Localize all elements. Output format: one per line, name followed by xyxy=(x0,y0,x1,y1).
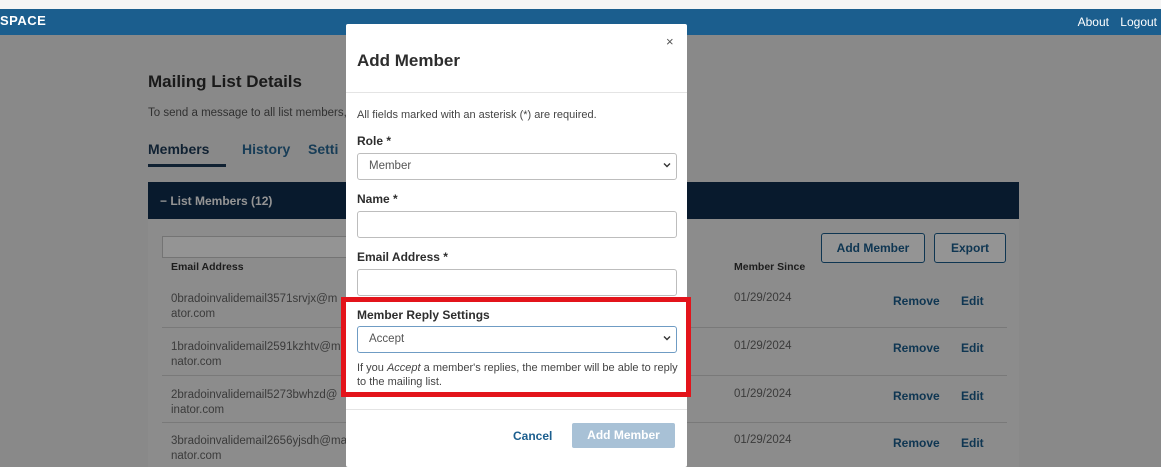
role-select[interactable]: Member xyxy=(357,153,677,180)
highlight-box xyxy=(341,297,691,397)
chevron-down-icon xyxy=(663,163,671,168)
required-fields-note: All fields marked with an asterisk (*) a… xyxy=(357,109,597,121)
cancel-button[interactable]: Cancel xyxy=(513,429,552,443)
brand-logo[interactable]: SPACE xyxy=(0,13,46,28)
dialog-header-divider xyxy=(346,92,687,93)
name-label: Name * xyxy=(357,192,398,206)
about-link[interactable]: About xyxy=(1078,15,1109,29)
dialog-footer-divider xyxy=(346,409,687,410)
name-input[interactable] xyxy=(357,211,677,238)
email-label: Email Address * xyxy=(357,250,448,264)
close-icon[interactable]: × xyxy=(666,34,674,49)
add-member-dialog: × Add Member All fields marked with an a… xyxy=(346,24,687,467)
top-links: About Logout xyxy=(1070,15,1157,29)
role-select-value: Member xyxy=(369,160,412,172)
add-member-submit-button[interactable]: Add Member xyxy=(572,423,675,448)
email-input[interactable] xyxy=(357,269,677,296)
dialog-title: Add Member xyxy=(357,51,460,70)
logout-link[interactable]: Logout xyxy=(1120,15,1157,29)
role-label: Role * xyxy=(357,134,392,148)
